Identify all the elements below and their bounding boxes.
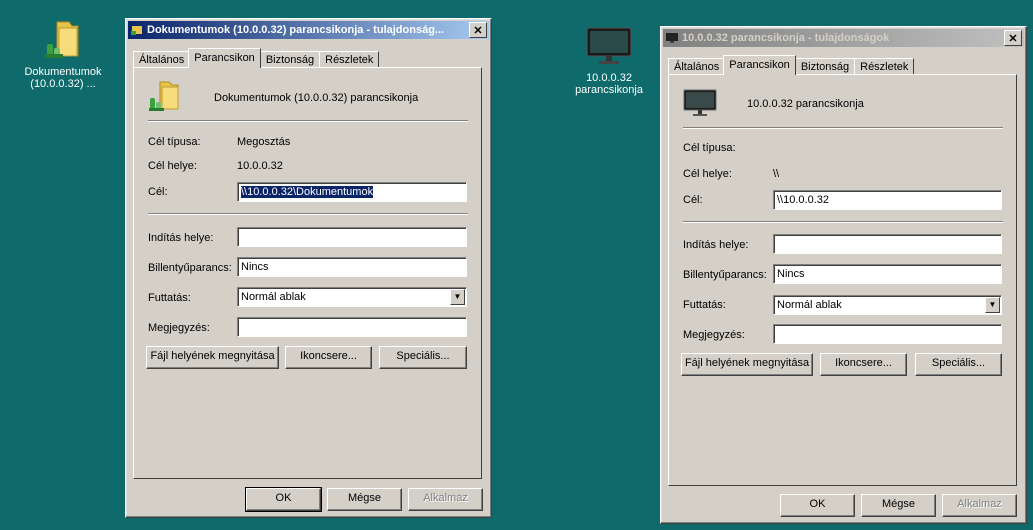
shortcut-name: Dokumentumok (10.0.0.32) parancsikonja — [214, 92, 419, 104]
target-location-value: 10.0.0.32 — [237, 160, 283, 172]
comment-label: Megjegyzés: — [683, 329, 745, 341]
tab-details[interactable]: Részletek — [319, 51, 380, 68]
run-select-value: Normál ablak — [241, 291, 306, 303]
close-icon: ✕ — [473, 24, 483, 37]
comment-label: Megjegyzés: — [148, 322, 210, 334]
tab-page-shortcut: Dokumentumok (10.0.0.32) parancsikonja C… — [133, 67, 482, 479]
target-location-label: Cél helye: — [683, 168, 732, 180]
separator — [683, 221, 1003, 223]
target-input-value: \\10.0.0.32\Dokumentumok — [241, 186, 374, 198]
comment-input[interactable] — [237, 317, 467, 337]
desktop-icon-computer-shortcut[interactable]: 10.0.0.32 parancsikonja — [564, 26, 654, 96]
monitor-icon — [683, 89, 717, 122]
network-folder-shortcut-icon — [131, 26, 142, 35]
run-select-value: Normál ablak — [777, 299, 842, 311]
target-location-value: \\ — [773, 168, 780, 180]
start-in-input[interactable] — [773, 234, 1002, 254]
shortcut-key-label: Billentyűparancs: — [683, 269, 767, 281]
shortcut-key-label: Billentyűparancs: — [148, 262, 232, 274]
open-file-location-button[interactable]: Fájl helyének megnyitása — [681, 353, 813, 376]
run-label: Futtatás: — [683, 299, 726, 311]
target-input[interactable]: \\10.0.0.32\Dokumentumok — [237, 182, 467, 202]
title-bar[interactable]: Dokumentumok (10.0.0.32) parancsikonja -… — [128, 21, 489, 39]
ok-button[interactable]: OK — [780, 494, 855, 517]
target-input[interactable]: \\10.0.0.32 — [773, 190, 1002, 210]
shortcut-key-input[interactable]: Nincs — [773, 264, 1002, 284]
advanced-button[interactable]: Speciális... — [379, 346, 467, 369]
target-type-label: Cél típusa: — [683, 142, 736, 154]
separator — [148, 213, 468, 215]
desktop-icon-documents-shortcut[interactable]: Dokumentumok (10.0.0.32) ... — [18, 20, 108, 90]
change-icon-button[interactable]: Ikoncsere... — [285, 346, 372, 369]
desktop-icon-label: parancsikonja — [575, 84, 643, 96]
window-title: 10.0.0.32 parancsikonja - tulajdonságok — [682, 32, 890, 44]
run-select[interactable]: Normál ablak ▼ — [237, 287, 467, 307]
monitor-icon — [666, 33, 678, 43]
close-button[interactable]: ✕ — [1004, 30, 1022, 46]
desktop-icon-label: Dokumentumok — [24, 66, 102, 78]
desktop-icon-label: 10.0.0.32 — [586, 72, 632, 84]
target-type-label: Cél típusa: — [148, 136, 201, 148]
change-icon-button[interactable]: Ikoncsere... — [820, 353, 907, 376]
tab-details[interactable]: Részletek — [854, 58, 915, 75]
target-label: Cél: — [683, 194, 703, 206]
open-file-location-button[interactable]: Fájl helyének megnyitása — [146, 346, 279, 369]
separator — [148, 120, 468, 122]
chevron-down-icon[interactable]: ▼ — [450, 289, 465, 305]
target-label: Cél: — [148, 186, 168, 198]
network-folder-shortcut-icon — [43, 20, 83, 60]
title-bar[interactable]: 10.0.0.32 parancsikonja - tulajdonságok … — [663, 29, 1024, 47]
apply-button[interactable]: Alkalmaz — [408, 488, 483, 511]
cancel-button[interactable]: Mégse — [327, 488, 402, 511]
network-folder-shortcut-icon — [148, 80, 182, 115]
window-title: Dokumentumok (10.0.0.32) parancsikonja -… — [147, 24, 445, 36]
tab-shortcut[interactable]: Parancsikon — [188, 48, 261, 68]
tab-general[interactable]: Általános — [133, 51, 191, 68]
tab-security[interactable]: Biztonság — [794, 58, 856, 75]
run-label: Futtatás: — [148, 292, 191, 304]
tab-general[interactable]: Általános — [668, 58, 726, 75]
apply-button[interactable]: Alkalmaz — [942, 494, 1017, 517]
shortcut-name: 10.0.0.32 parancsikonja — [747, 98, 864, 110]
desktop-icon-label: (10.0.0.32) ... — [30, 78, 96, 90]
close-button[interactable]: ✕ — [469, 22, 487, 38]
close-icon: ✕ — [1008, 32, 1018, 45]
separator — [683, 127, 1003, 129]
tab-security[interactable]: Biztonság — [259, 51, 321, 68]
target-location-label: Cél helye: — [148, 160, 197, 172]
run-select[interactable]: Normál ablak ▼ — [773, 295, 1002, 315]
ok-button[interactable]: OK — [245, 487, 322, 512]
target-type-value: Megosztás — [237, 136, 291, 148]
shortcut-key-input[interactable]: Nincs — [237, 257, 467, 277]
start-in-input[interactable] — [237, 227, 467, 247]
monitor-icon — [586, 26, 632, 64]
start-in-label: Indítás helye: — [683, 239, 749, 251]
tab-page-shortcut: 10.0.0.32 parancsikonja Cél típusa: Cél … — [668, 74, 1017, 486]
chevron-down-icon[interactable]: ▼ — [985, 297, 1000, 313]
comment-input[interactable] — [773, 324, 1002, 344]
start-in-label: Indítás helye: — [148, 232, 214, 244]
cancel-button[interactable]: Mégse — [861, 494, 936, 517]
tab-shortcut[interactable]: Parancsikon — [723, 55, 796, 75]
advanced-button[interactable]: Speciális... — [915, 353, 1002, 376]
properties-dialog-computer: 10.0.0.32 parancsikonja - tulajdonságok … — [660, 26, 1027, 524]
properties-dialog-documents: Dokumentumok (10.0.0.32) parancsikonja -… — [125, 18, 492, 518]
